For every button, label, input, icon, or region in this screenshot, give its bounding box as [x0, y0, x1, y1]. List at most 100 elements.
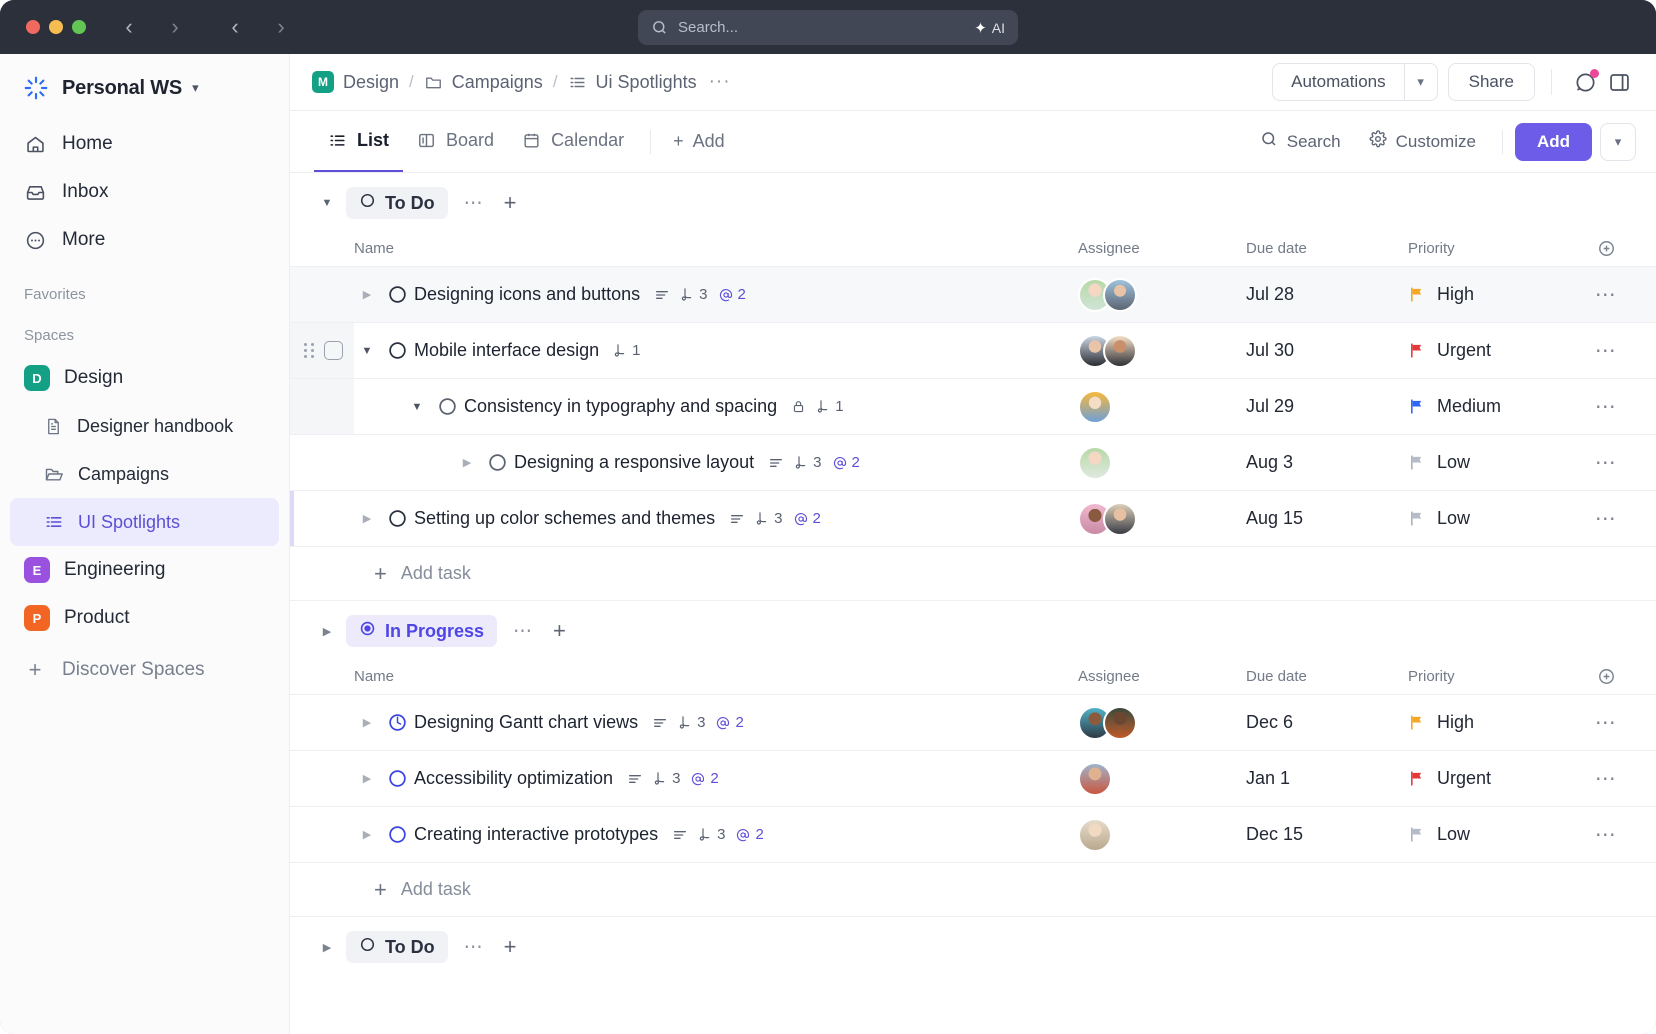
collapse-group-icon[interactable]: ▼ — [318, 197, 336, 209]
expand-task-icon[interactable]: ▶ — [454, 456, 480, 469]
due-date-cell[interactable]: Aug 15 — [1246, 508, 1408, 529]
add-dropdown-button[interactable]: ▾ — [1600, 122, 1636, 161]
task-name-cell[interactable]: ▼ Consistency in typography and spacing — [354, 396, 1078, 417]
row-options-button[interactable]: ⋯ — [1578, 394, 1634, 419]
share-button[interactable]: Share — [1447, 63, 1535, 101]
close-window-button[interactable] — [26, 20, 40, 34]
sidebar-item-home[interactable]: Home — [0, 120, 289, 168]
assignee-cell[interactable] — [1078, 389, 1246, 424]
task-status-icon[interactable] — [380, 340, 414, 361]
status-badge[interactable]: To Do — [346, 187, 448, 219]
due-date-cell[interactable]: Jan 1 — [1246, 768, 1408, 789]
task-name-cell[interactable]: ▶ Designing Gantt chart views 3 2 — [354, 712, 1078, 733]
ai-button[interactable]: ✦ AI — [974, 19, 1005, 37]
table-row[interactable]: ▶ Accessibility optimization 3 2 Jan 1 U… — [290, 751, 1656, 807]
column-header-assignee[interactable]: Assignee — [1078, 668, 1246, 685]
assignee-cell[interactable] — [1078, 817, 1246, 852]
expand-task-icon[interactable]: ▶ — [354, 716, 380, 729]
priority-cell[interactable]: Urgent — [1408, 340, 1578, 361]
task-status-icon[interactable] — [380, 508, 414, 529]
chevron-down-icon[interactable]: ▾ — [192, 80, 199, 96]
group-options-button[interactable]: ⋯ — [507, 620, 539, 643]
sidebar-item-ui-spotlights[interactable]: UI Spotlights — [10, 498, 279, 546]
row-checkbox[interactable] — [324, 341, 343, 360]
task-list[interactable]: ▼ To Do ⋯ + Name Assignee Due date Prior… — [290, 173, 1656, 1034]
row-options-button[interactable]: ⋯ — [1578, 282, 1634, 307]
avatar-group[interactable] — [1078, 501, 1246, 536]
row-options-button[interactable]: ⋯ — [1578, 450, 1634, 475]
expand-task-icon[interactable]: ▶ — [354, 512, 380, 525]
group-header[interactable]: ▶ In Progress ⋯ + — [290, 601, 1656, 659]
priority-cell[interactable]: Low — [1408, 508, 1578, 529]
minimize-window-button[interactable] — [49, 20, 63, 34]
add-task-button[interactable]: + Add task — [290, 863, 1656, 917]
sidebar-space-product[interactable]: P Product — [0, 594, 289, 642]
column-header-assignee[interactable]: Assignee — [1078, 240, 1246, 257]
expand-task-icon[interactable]: ▶ — [354, 772, 380, 785]
priority-cell[interactable]: High — [1408, 712, 1578, 733]
assignee-cell[interactable] — [1078, 445, 1246, 480]
priority-cell[interactable]: Urgent — [1408, 768, 1578, 789]
assignee-cell[interactable] — [1078, 761, 1246, 796]
table-row[interactable]: ▶ Creating interactive prototypes 3 2 De… — [290, 807, 1656, 863]
tab-board[interactable]: Board — [403, 111, 508, 172]
history-forward-icon[interactable]: › — [266, 12, 296, 42]
sidebar-item-designer-handbook[interactable]: Designer handbook — [0, 402, 279, 450]
customize-button[interactable]: Customize — [1355, 130, 1490, 153]
priority-cell[interactable]: Low — [1408, 452, 1578, 473]
breadcrumb-overflow-button[interactable]: ··· — [709, 71, 731, 93]
table-row[interactable]: ▼ Consistency in typography and spacing — [290, 379, 1656, 435]
status-badge[interactable]: To Do — [346, 931, 448, 963]
column-header-priority[interactable]: Priority — [1408, 668, 1578, 685]
expand-group-icon[interactable]: ▶ — [318, 941, 336, 954]
due-date-cell[interactable]: Jul 30 — [1246, 340, 1408, 361]
sidebar-item-inbox[interactable]: Inbox — [0, 168, 289, 216]
add-task-button[interactable]: + Add task — [290, 547, 1656, 601]
add-column-button[interactable] — [1578, 667, 1634, 686]
global-search-input[interactable]: Search... — [678, 19, 974, 36]
table-row[interactable]: ▶ Designing a responsive layout 3 2 Aug … — [290, 435, 1656, 491]
task-status-icon[interactable] — [380, 284, 414, 305]
forward-arrow-icon[interactable]: › — [160, 12, 190, 42]
group-header[interactable]: ▼ To Do ⋯ + — [290, 173, 1656, 231]
discover-spaces-button[interactable]: + Discover Spaces — [0, 646, 289, 694]
due-date-cell[interactable]: Dec 6 — [1246, 712, 1408, 733]
tab-calendar[interactable]: Calendar — [508, 111, 638, 172]
task-status-icon[interactable] — [380, 712, 414, 733]
table-row[interactable]: ▼ Mobile interface design 1 Jul 30 Urgen… — [290, 323, 1656, 379]
row-options-button[interactable]: ⋯ — [1578, 822, 1634, 847]
notifications-button[interactable] — [1568, 65, 1602, 99]
automations-button[interactable]: Automations — [1272, 63, 1404, 101]
sidebar-item-more[interactable]: More — [0, 216, 289, 264]
avatar-group[interactable] — [1078, 389, 1246, 424]
toggle-panel-button[interactable] — [1602, 65, 1636, 99]
avatar-group[interactable] — [1078, 817, 1246, 852]
avatar-group[interactable] — [1078, 705, 1246, 740]
row-controls[interactable] — [304, 323, 343, 378]
assignee-cell[interactable] — [1078, 333, 1246, 368]
assignee-cell[interactable] — [1078, 277, 1246, 312]
row-options-button[interactable]: ⋯ — [1578, 710, 1634, 735]
priority-cell[interactable]: High — [1408, 284, 1578, 305]
table-row[interactable]: ▶ Designing icons and buttons 3 2 Jul 28… — [290, 267, 1656, 323]
task-status-icon[interactable] — [430, 396, 464, 417]
sidebar-space-engineering[interactable]: E Engineering — [0, 546, 289, 594]
column-header-priority[interactable]: Priority — [1408, 240, 1578, 257]
assignee-cell[interactable] — [1078, 501, 1246, 536]
window-controls[interactable] — [26, 20, 86, 34]
task-name-cell[interactable]: ▼ Mobile interface design 1 — [354, 340, 1078, 361]
navigation-arrows[interactable]: ‹ › ‹ › — [114, 12, 296, 42]
table-row[interactable]: ▶ Designing Gantt chart views 3 2 Dec 6 … — [290, 695, 1656, 751]
group-add-task-button[interactable]: + — [500, 936, 521, 958]
priority-cell[interactable]: Low — [1408, 824, 1578, 845]
task-status-icon[interactable] — [380, 768, 414, 789]
drag-handle-icon[interactable] — [304, 343, 314, 358]
expand-task-icon[interactable]: ▶ — [354, 828, 380, 841]
breadcrumb-item-design[interactable]: M Design — [312, 71, 399, 93]
expand-task-icon[interactable]: ▶ — [354, 288, 380, 301]
avatar-group[interactable] — [1078, 333, 1246, 368]
sidebar-space-design[interactable]: D Design — [0, 354, 289, 402]
assignee-cell[interactable] — [1078, 705, 1246, 740]
workspace-switcher[interactable]: Personal WS ▾ — [0, 60, 289, 120]
column-header-due-date[interactable]: Due date — [1246, 240, 1408, 257]
